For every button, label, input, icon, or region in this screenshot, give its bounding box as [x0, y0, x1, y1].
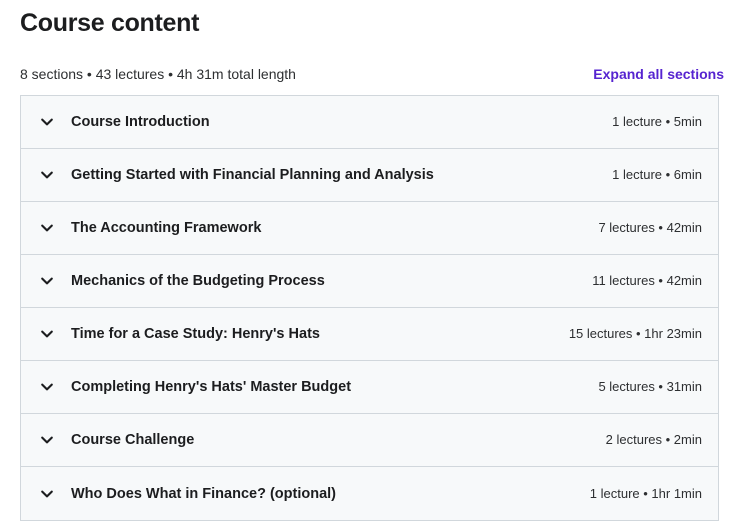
course-content-page: Course content 8 sections • 43 lectures …	[0, 0, 744, 529]
section-title: Course Challenge	[71, 432, 195, 448]
page-title: Course content	[20, 9, 200, 37]
chevron-down-icon[interactable]	[39, 326, 55, 342]
section-title: Mechanics of the Budgeting Process	[71, 273, 325, 289]
chevron-down-icon[interactable]	[39, 273, 55, 289]
course-summary-text: 8 sections • 43 lectures • 4h 31m total …	[20, 66, 296, 82]
chevron-down-icon[interactable]	[39, 432, 55, 448]
chevron-down-icon[interactable]	[39, 220, 55, 236]
section-title: Getting Started with Financial Planning …	[71, 167, 434, 183]
chevron-down-icon[interactable]	[39, 167, 55, 183]
section-row[interactable]: Course Introduction 1 lecture • 5min	[21, 96, 718, 149]
chevron-down-icon[interactable]	[39, 114, 55, 130]
section-meta: 15 lectures • 1hr 23min	[568, 326, 702, 341]
section-meta: 5 lectures • 31min	[598, 379, 702, 394]
section-title: Completing Henry's Hats' Master Budget	[71, 379, 352, 395]
section-meta: 2 lectures • 2min	[605, 432, 702, 447]
section-meta: 11 lectures • 42min	[592, 273, 702, 288]
section-meta: 1 lecture • 1hr 1min	[589, 485, 702, 501]
chevron-down-icon[interactable]	[39, 379, 55, 395]
section-title: Course Introduction	[71, 114, 210, 130]
course-sections-accordion: Course Introduction 1 lecture • 5min Getti…	[20, 95, 719, 521]
section-meta: 1 lecture • 6min	[612, 167, 702, 182]
section-row[interactable]: Time for a Case Study: Henry's Hats 15 le…	[21, 308, 718, 361]
chevron-down-icon[interactable]	[39, 486, 55, 502]
section-title: Who Does What in Finance? (optional)	[71, 485, 337, 502]
section-row[interactable]: Who Does What in Finance? (optional) 1 le…	[21, 467, 718, 520]
course-meta-row: 8 sections • 43 lectures • 4h 31m total …	[20, 64, 724, 84]
section-title: The Accounting Framework	[71, 220, 262, 236]
section-title: Time for a Case Study: Henry's Hats	[71, 326, 320, 342]
expand-all-sections-link[interactable]: Expand all sections	[593, 64, 724, 84]
section-row[interactable]: Course Challenge 2 lectures • 2min	[21, 414, 718, 467]
section-row[interactable]: The Accounting Framework 7 lectures • 42m…	[21, 202, 718, 255]
section-row[interactable]: Completing Henry's Hats' Master Budget 5 …	[21, 361, 718, 414]
section-row[interactable]: Getting Started with Financial Planning …	[21, 149, 718, 202]
section-meta: 1 lecture • 5min	[612, 114, 702, 129]
section-meta: 7 lectures • 42min	[598, 220, 702, 235]
section-row[interactable]: Mechanics of the Budgeting Process 11 lec…	[21, 255, 718, 308]
